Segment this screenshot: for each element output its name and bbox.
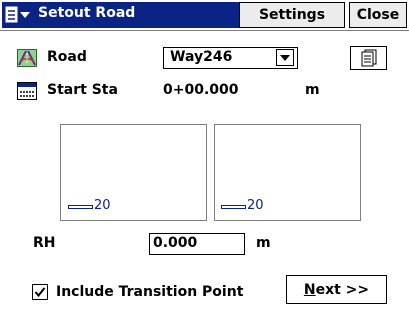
profile-scale-label: 20	[247, 198, 264, 213]
rh-unit: m	[256, 235, 271, 251]
rh-label: RH	[33, 235, 56, 251]
close-button[interactable]: Close	[349, 2, 407, 28]
page-icon	[361, 49, 376, 67]
start-sta-label: Start Sta	[47, 82, 118, 98]
menu-icon	[5, 6, 30, 23]
menu-button[interactable]	[2, 2, 34, 28]
start-sta-unit: m	[305, 82, 320, 98]
start-station-icon	[17, 82, 37, 100]
start-sta-value: 0+00.000	[163, 82, 239, 98]
window-title: Setout Road	[38, 5, 136, 21]
road-icon	[17, 49, 37, 67]
plan-scale-bar	[68, 205, 93, 209]
title-separator	[0, 30, 409, 31]
title-spacer	[207, 2, 239, 28]
dropdown-arrow-icon	[280, 54, 290, 61]
include-transition-checkbox[interactable]	[32, 284, 48, 300]
road-list-button[interactable]	[350, 46, 387, 70]
next-mnemonic: N	[303, 281, 316, 298]
profile-scale-bar	[221, 205, 246, 209]
road-label: Road	[47, 49, 87, 65]
rh-input-value: 0.000	[153, 235, 198, 251]
road-select-value: Way246	[170, 49, 233, 65]
next-label-rest: ext >>	[315, 281, 370, 298]
road-select-arrow[interactable]	[276, 49, 294, 66]
include-transition-label: Include Transition Point	[56, 284, 244, 300]
plan-scale-label: 20	[94, 198, 111, 213]
checkmark-icon	[34, 287, 46, 298]
next-button[interactable]: Next >>	[286, 275, 387, 304]
settings-button[interactable]: Settings	[239, 2, 345, 28]
